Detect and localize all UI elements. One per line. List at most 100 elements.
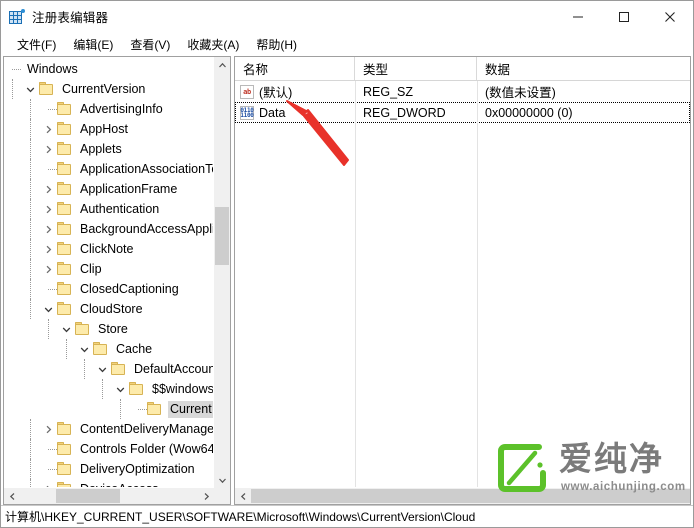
chevron-right-icon[interactable] [40, 179, 57, 199]
status-bar: 计算机\HKEY_CURRENT_USER\SOFTWARE\Microsoft… [1, 505, 693, 527]
twisty-glyph [80, 345, 89, 354]
tree-indent [4, 199, 40, 219]
tree-scroll-right-button[interactable] [198, 488, 214, 504]
tree-item-windows-dat[interactable]: $$windows.dat [4, 379, 214, 399]
value-name-cell: ab (默认) [235, 81, 355, 102]
value-name-text: Data [259, 105, 286, 120]
tree-indent [4, 219, 40, 239]
tree-item-applets[interactable]: Applets [4, 139, 214, 159]
tree-item-store[interactable]: Store [4, 319, 214, 339]
menu-help[interactable]: 帮助(H) [248, 34, 306, 55]
tree-item-windows[interactable]: Windows [4, 59, 214, 79]
chevron-down-icon[interactable] [22, 79, 39, 99]
folder-icon [57, 122, 73, 136]
tree-dash-line [12, 69, 21, 70]
tree-guide-line [30, 239, 31, 259]
tree-item-contentdeliverymanager[interactable]: ContentDeliveryManager [4, 419, 214, 439]
chevron-down-icon[interactable] [112, 379, 129, 399]
close-button[interactable] [647, 1, 693, 32]
menu-favorites[interactable]: 收藏夹(A) [179, 34, 248, 55]
tree-indent [4, 259, 40, 279]
tree-scroll-left-button[interactable] [4, 488, 20, 504]
chevron-right-icon[interactable] [40, 239, 57, 259]
tree-indent [4, 459, 40, 479]
tree-item-backgroundaccessapplicati[interactable]: BackgroundAccessApplicati [4, 219, 214, 239]
values-scroll-left-button[interactable] [235, 488, 251, 504]
chevron-right-icon[interactable] [40, 219, 57, 239]
tree-indent [4, 79, 22, 99]
tree-guide-line [84, 359, 85, 379]
chevron-down-icon[interactable] [94, 359, 111, 379]
menu-view[interactable]: 查看(V) [122, 34, 179, 55]
chevron-down-icon[interactable] [40, 299, 57, 319]
menu-bar: 文件(F) 编辑(E) 查看(V) 收藏夹(A) 帮助(H) [1, 33, 693, 56]
tree-item-currentversion[interactable]: CurrentVersion [4, 79, 214, 99]
tree-item-authentication[interactable]: Authentication [4, 199, 214, 219]
column-header-data[interactable]: 数据 [477, 57, 690, 80]
tree-item-clicknote[interactable]: ClickNote [4, 239, 214, 259]
table-row[interactable]: ab (默认) REG_SZ (数值未设置) [235, 81, 690, 102]
chevron-right-icon[interactable] [40, 139, 57, 159]
tree-connector-icon [40, 279, 57, 299]
chevron-right-icon[interactable] [40, 419, 57, 439]
tree-item-label: CloudStore [80, 301, 143, 316]
twisty-glyph [44, 205, 53, 214]
tree-horizontal-scroll-thumb[interactable] [56, 489, 120, 503]
chevron-down-icon[interactable] [58, 319, 75, 339]
minimize-button[interactable] [555, 1, 601, 32]
twisty-glyph [44, 185, 53, 194]
menu-edit[interactable]: 编辑(E) [65, 34, 122, 55]
tree-item-closedcaptioning[interactable]: ClosedCaptioning [4, 279, 214, 299]
tree-item-applicationassociationtoas[interactable]: ApplicationAssociationToas [4, 159, 214, 179]
tree-vertical-scroll-thumb[interactable] [215, 207, 229, 265]
folder-icon [39, 82, 55, 96]
registry-editor-window: 注册表编辑器 文件(F) 编辑(E) 查看(V) 收藏夹(A) 帮助(H) Wi… [0, 0, 694, 528]
values-horizontal-scroll-track[interactable] [251, 488, 690, 504]
tree-scroll-up-button[interactable] [214, 57, 230, 73]
tree-connector-icon [4, 59, 21, 79]
tree-horizontal-scroll-track[interactable] [20, 488, 198, 504]
tree-item-advertisinginfo[interactable]: AdvertisingInfo [4, 99, 214, 119]
twisty-glyph [44, 265, 53, 274]
twisty-glyph [116, 385, 125, 394]
chevron-right-icon[interactable] [40, 259, 57, 279]
values-horizontal-scroll-thumb[interactable] [251, 489, 690, 503]
chevron-down-icon[interactable] [76, 339, 93, 359]
folder-icon [57, 442, 73, 456]
maximize-button[interactable] [601, 1, 647, 32]
values-horizontal-scrollbar[interactable] [235, 487, 690, 504]
tree-scroll-down-button[interactable] [214, 472, 230, 488]
twisty-glyph [62, 325, 71, 334]
registry-tree: Windows CurrentVersion AdvertisingInfo AppH… [4, 57, 214, 488]
tree-item-applicationframe[interactable]: ApplicationFrame [4, 179, 214, 199]
folder-icon [93, 342, 109, 356]
tree-indent [4, 159, 40, 179]
value-name-text: (默认) [259, 86, 293, 100]
menu-file[interactable]: 文件(F) [9, 34, 65, 55]
table-row[interactable]: 0110 1100 Data REG_DWORD 0x00000000 (0) [235, 102, 690, 123]
tree-guide-line [30, 299, 31, 319]
tree-item-deliveryoptimization[interactable]: DeliveryOptimization [4, 459, 214, 479]
value-type-cell: REG_DWORD [363, 105, 446, 120]
tree-item-cache[interactable]: Cache [4, 339, 214, 359]
column-header-name[interactable]: 名称 [235, 57, 355, 80]
tree-horizontal-scrollbar[interactable] [4, 487, 214, 504]
tree-vertical-scrollbar[interactable] [213, 57, 230, 488]
tree-item-apphost[interactable]: AppHost [4, 119, 214, 139]
tree-item-current[interactable]: Current [4, 399, 214, 419]
chevron-right-icon[interactable] [40, 199, 57, 219]
tree-indent [4, 399, 130, 419]
tree-item-defaultaccount[interactable]: DefaultAccount [4, 359, 214, 379]
string-value-icon: ab [240, 84, 254, 99]
column-header-type[interactable]: 类型 [355, 57, 477, 80]
tree-item-clip[interactable]: Clip [4, 259, 214, 279]
dword-icon-text-bottom: 1100 [240, 111, 254, 119]
tree-item-cloudstore[interactable]: CloudStore [4, 299, 214, 319]
tree-dash-line [48, 169, 57, 170]
folder-icon [57, 222, 73, 236]
tree-item-controls-folder-wow64[interactable]: Controls Folder (Wow64) [4, 439, 214, 459]
tree-item-label: ApplicationAssociationToas [80, 161, 214, 176]
tree-connector-icon [40, 99, 57, 119]
tree-item-label: $$windows.dat [152, 381, 214, 396]
chevron-right-icon[interactable] [40, 119, 57, 139]
